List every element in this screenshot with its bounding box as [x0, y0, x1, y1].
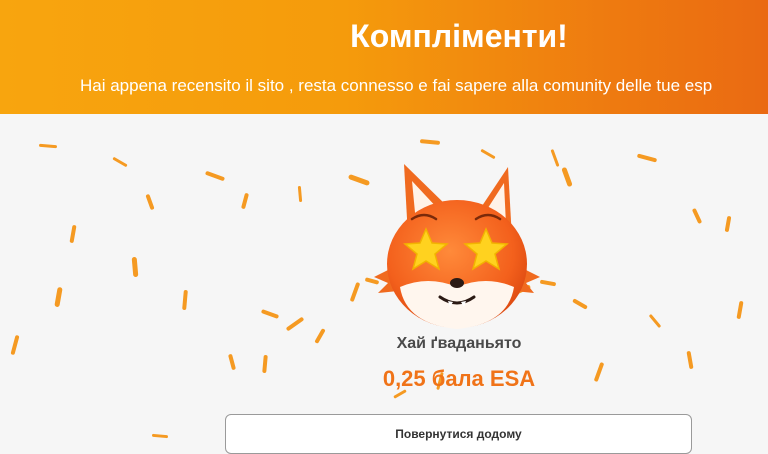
points-earned: 0,25 бала ESA: [382, 366, 536, 391]
back-home-button[interactable]: Повернутися додому: [225, 414, 692, 454]
banner-title: Компліменти!: [350, 18, 568, 54]
banner-subtitle: Hai appena recensito il sito , resta con…: [80, 76, 713, 95]
congrats-banner: Компліменти! Hai appena recensito il sit…: [0, 0, 768, 114]
user-name: Хай ґваданьято: [396, 335, 522, 352]
reward-panel: Хай ґваданьято 0,25 бала ESA Повернутися…: [0, 114, 768, 454]
fox-star-eyes-icon: [374, 164, 540, 329]
